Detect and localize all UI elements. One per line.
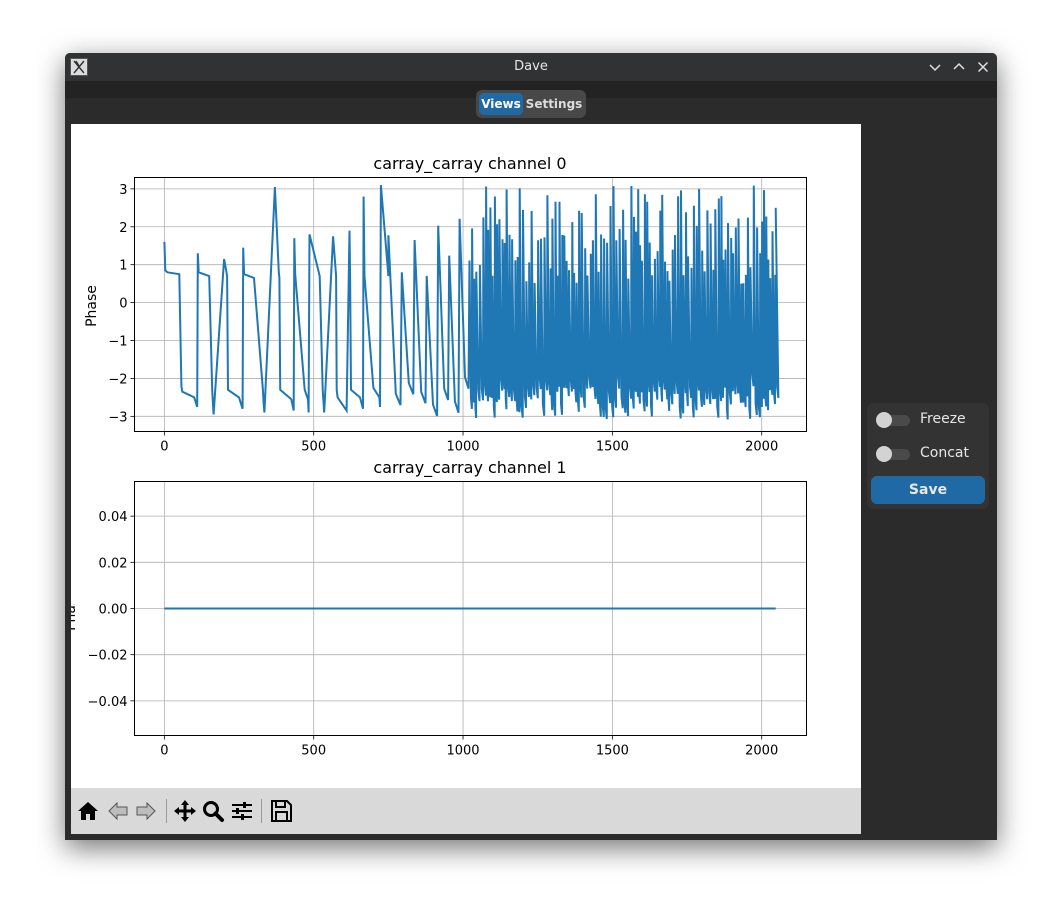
save-figure-icon xyxy=(271,800,292,822)
chart-0-ytick-label: 2 xyxy=(119,221,127,236)
configure-subplots-icon xyxy=(232,802,252,820)
chart-0-title: carray_carray channel 0 xyxy=(373,154,566,174)
save-figure-button[interactable] xyxy=(268,798,294,824)
chart-0-xtick-label: 500 xyxy=(301,440,326,455)
title-bar[interactable]: Dave xyxy=(65,53,997,81)
chart-1-ytick-label: 0.00 xyxy=(99,603,128,618)
freeze-toggle[interactable] xyxy=(876,412,910,428)
maximize-button[interactable] xyxy=(951,59,967,75)
home-button[interactable] xyxy=(75,798,101,824)
chart-0-series-line xyxy=(163,185,780,420)
chart-0-ytick-label: −2 xyxy=(108,372,127,387)
concat-toggle[interactable] xyxy=(876,446,910,462)
chart-0-ylabel: Phase xyxy=(84,285,100,327)
toolbar-separator xyxy=(261,799,262,823)
app-window: Dave Views Settings carray_carray channe… xyxy=(65,53,997,840)
pan-icon xyxy=(174,800,196,822)
plot-toolbar xyxy=(71,788,861,834)
pan-button[interactable] xyxy=(172,798,198,824)
chevron-up-icon xyxy=(953,62,965,70)
tab-settings[interactable]: Settings xyxy=(525,93,583,115)
back-arrow-icon xyxy=(108,801,128,821)
concat-toggle-knob[interactable] xyxy=(876,446,892,462)
chart-1-title: carray_carray channel 1 xyxy=(373,458,566,478)
chart-0-ytick-label: −1 xyxy=(108,335,127,350)
concat-label: Concat xyxy=(920,445,969,461)
chart-0-xtick-label: 1000 xyxy=(446,440,479,455)
freeze-toggle-knob[interactable] xyxy=(876,412,892,428)
home-icon xyxy=(78,802,98,820)
view-tabs: Views Settings xyxy=(476,90,586,118)
chart-0-xtick-label: 2000 xyxy=(745,440,778,455)
configure-subplots-button[interactable] xyxy=(229,798,255,824)
chart-1-ticks: 0 500 1000 1500 2000 0.04 0.02 0.00 −0.02 −0.04 xyxy=(88,510,779,758)
chart-1-ytick-label: 0.04 xyxy=(99,510,128,525)
toolbar-separator xyxy=(166,799,167,823)
chart-0-ytick-label: 1 xyxy=(119,259,127,274)
forward-arrow-icon xyxy=(136,801,156,821)
tab-views[interactable]: Views xyxy=(479,93,523,115)
chart-1-ytick-label: −0.04 xyxy=(88,695,128,710)
figure-canvas[interactable]: carray_carray channel 0 0 500 1000 1500 2000… xyxy=(71,124,861,788)
chart-1-xtick-label: 0 xyxy=(160,744,168,759)
chart-0-xtick-label: 1500 xyxy=(596,440,629,455)
chart-1-ytick-label: 0.02 xyxy=(99,556,128,571)
zoom-button[interactable] xyxy=(200,798,226,824)
chart-0-ytick-label: 0 xyxy=(119,297,127,312)
figure-svg[interactable]: carray_carray channel 0 0 500 1000 1500 2000… xyxy=(71,124,861,788)
zoom-icon xyxy=(203,801,224,822)
chart-0-ytick-label: 3 xyxy=(119,183,127,198)
back-button[interactable] xyxy=(105,798,131,824)
chart-1-xtick-label: 1000 xyxy=(446,744,479,759)
chart-1-ylabel: Phase xyxy=(71,589,79,631)
chart-0-xtick-label: 0 xyxy=(160,440,168,455)
chart-1-xtick-label: 500 xyxy=(301,744,326,759)
minimize-button[interactable] xyxy=(927,59,943,75)
window-title: Dave xyxy=(514,59,548,74)
chart-1-xtick-label: 1500 xyxy=(596,744,629,759)
chart-0-ytick-label: −3 xyxy=(108,410,127,425)
chevron-down-icon xyxy=(929,64,941,72)
chart-1-xtick-label: 2000 xyxy=(745,744,778,759)
close-button[interactable] xyxy=(975,59,991,75)
save-button[interactable]: Save xyxy=(871,476,985,504)
control-panel: Freeze Concat Save xyxy=(867,403,989,509)
chart-1-ytick-label: −0.02 xyxy=(88,649,128,664)
freeze-label: Freeze xyxy=(920,411,966,427)
close-icon xyxy=(977,61,989,73)
forward-button[interactable] xyxy=(133,798,159,824)
